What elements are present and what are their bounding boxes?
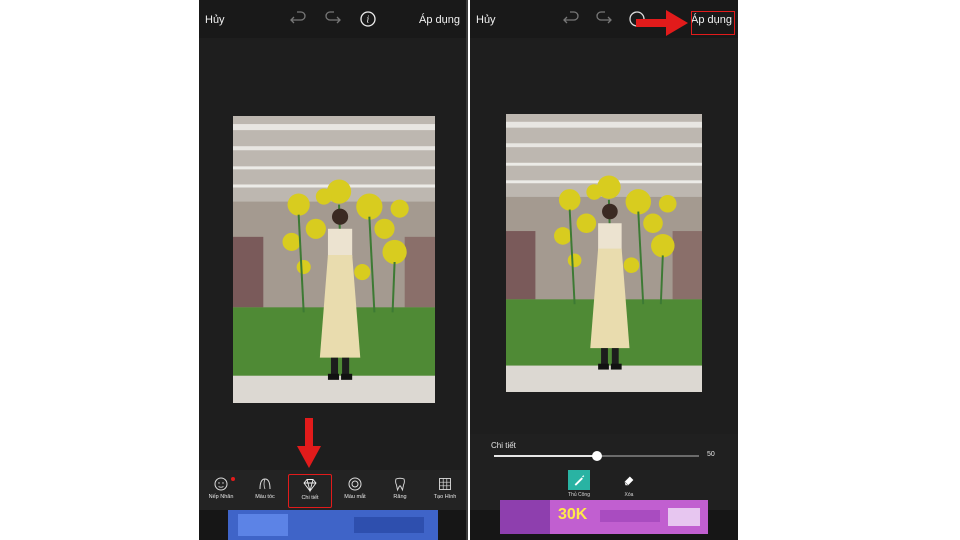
mode-label: Xóa [624, 492, 634, 498]
image-canvas [199, 38, 466, 470]
mode-label: Thủ Công [568, 492, 590, 498]
ad-graphic [600, 510, 660, 522]
redo-icon[interactable] [595, 10, 613, 28]
tool-detail[interactable]: Chi tiết [288, 474, 332, 508]
cancel-button[interactable]: Hủy [205, 14, 225, 26]
svg-text:i: i [367, 16, 370, 26]
apply-highlight-box [691, 11, 735, 35]
grid-icon [439, 478, 451, 490]
redo-icon[interactable] [324, 10, 342, 28]
top-bar: Hủy i Áp dụng [199, 0, 466, 38]
edited-photo[interactable] [506, 114, 702, 392]
eraser-icon [618, 470, 640, 490]
edited-photo[interactable] [233, 116, 435, 403]
tool-eye-color[interactable]: Màu mắt [333, 474, 377, 508]
ad-banner[interactable] [228, 510, 438, 540]
tool-label: Chi tiết [301, 495, 319, 501]
diamond-icon [303, 479, 317, 493]
detail-value: 50 [707, 451, 715, 458]
detail-slider[interactable] [494, 451, 699, 461]
mode-manual[interactable]: Thủ Công [561, 470, 597, 498]
tooth-icon [395, 477, 405, 492]
new-badge [231, 477, 235, 481]
photo-illustration [506, 114, 702, 392]
ad-graphic [500, 500, 550, 534]
right-phone-screen: Hủy Áp dụng Chi tiết 50 Thủ Công Xóa 30K [470, 0, 738, 540]
tool-label: Nếp Nhăn [208, 494, 234, 500]
slider-thumb[interactable] [591, 451, 602, 461]
tool-hair-color[interactable]: Màu tóc [243, 474, 287, 508]
tool-label: Răng [393, 494, 407, 500]
tool-label: Màu tóc [255, 494, 275, 500]
image-canvas [470, 38, 738, 434]
tool-wrinkle[interactable]: Nếp Nhăn [199, 474, 243, 508]
tool-reshape[interactable]: Tạo Hình [423, 474, 466, 508]
photo-illustration [233, 116, 435, 403]
tool-teeth[interactable]: Răng [378, 474, 422, 508]
ad-graphic [668, 508, 700, 526]
ad-banner[interactable]: 30K [500, 500, 708, 534]
ad-graphic [238, 514, 288, 536]
screenshot-stage: Hủy i Áp dụng Nếp Nhăn Màu tóc Chi tiết … [0, 0, 960, 540]
eye-icon [348, 477, 362, 491]
red-arrow-down-icon [297, 418, 321, 468]
tool-label: Màu mắt [344, 494, 366, 500]
left-phone-screen: Hủy i Áp dụng Nếp Nhăn Màu tóc Chi tiết … [199, 0, 468, 540]
apply-button[interactable]: Áp dụng [419, 14, 460, 26]
cancel-button[interactable]: Hủy [476, 14, 496, 26]
ad-text: 30K [558, 506, 588, 523]
brush-icon [568, 470, 590, 490]
undo-icon[interactable] [562, 10, 580, 28]
tool-label: Tạo Hình [433, 494, 457, 500]
undo-icon[interactable] [289, 10, 307, 28]
tool-bar: Nếp Nhăn Màu tóc Chi tiết Màu mắt Răng T… [199, 470, 466, 510]
hair-icon [259, 478, 271, 490]
info-icon[interactable]: i [359, 10, 377, 28]
slider-fill [494, 455, 597, 457]
ad-graphic [354, 517, 424, 533]
detail-panel: Chi tiết 50 Thủ Công Xóa [470, 434, 738, 510]
red-arrow-right-icon [636, 10, 688, 36]
mode-erase[interactable]: Xóa [611, 470, 647, 498]
face-icon [214, 477, 228, 491]
detail-label: Chi tiết [491, 441, 516, 450]
